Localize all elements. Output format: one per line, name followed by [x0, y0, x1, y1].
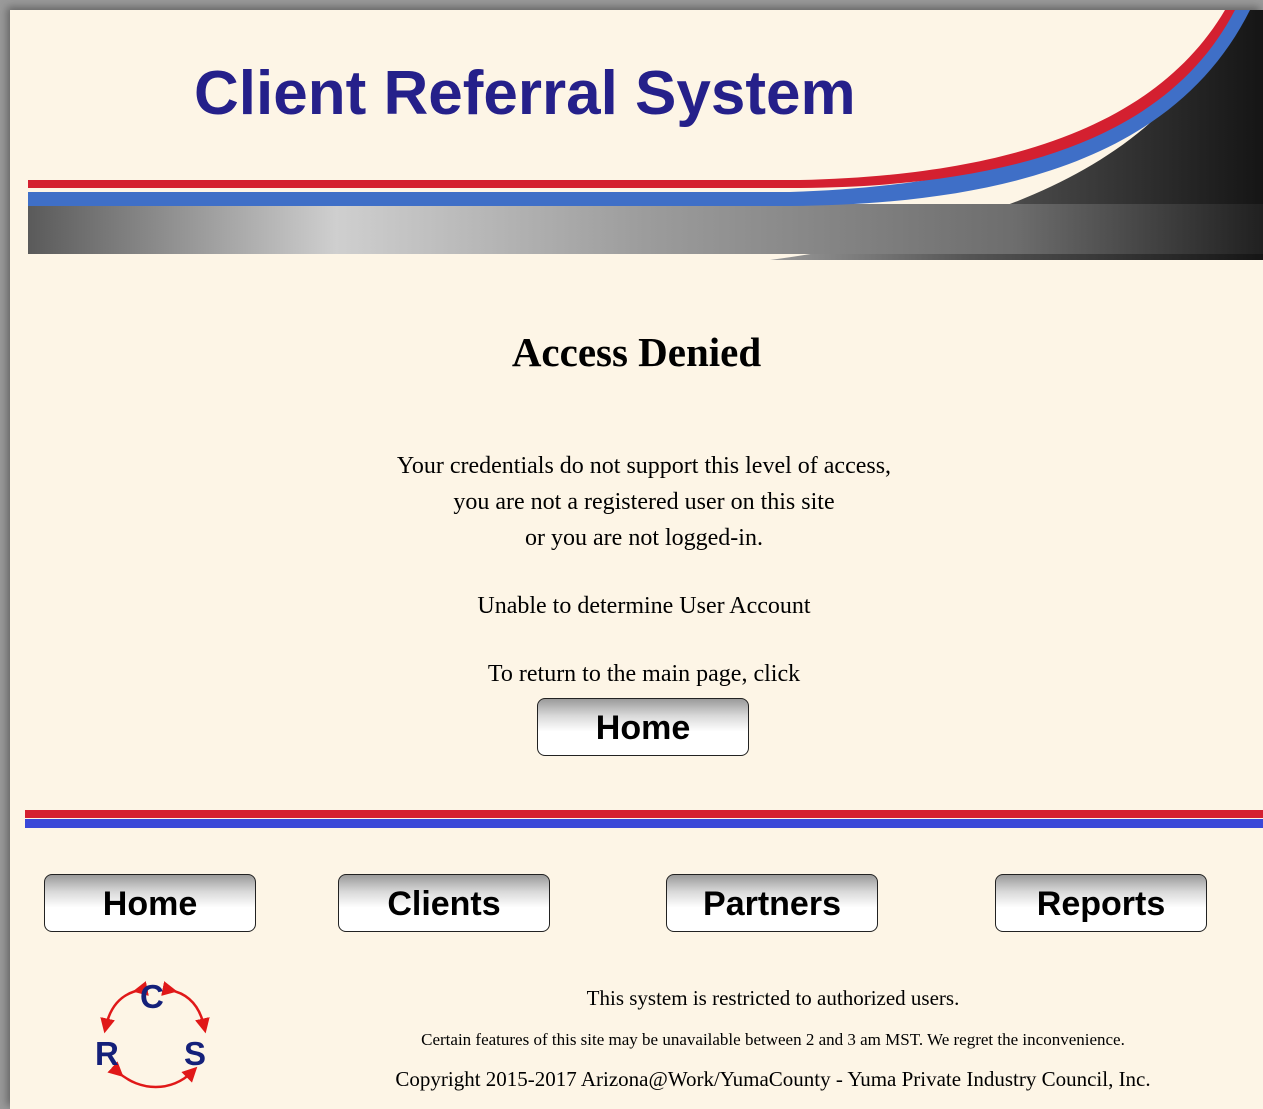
app-title: Client Referral System	[194, 59, 856, 128]
message-line: you are not a registered user on this si…	[453, 489, 835, 515]
access-message: Your credentials do not support this lev…	[10, 448, 1263, 556]
message-line: Your credentials do not support this lev…	[396, 453, 892, 479]
copyright-text: Copyright 2015-2017 Arizona@Work/YumaCou…	[395, 1067, 1151, 1091]
header-banner: Client Referral System	[10, 10, 1263, 260]
home-button[interactable]: Home	[537, 698, 749, 756]
page: Client Referral System Access Denied You…	[10, 10, 1263, 1109]
maintenance-notice: Certain features of this site may be una…	[421, 1030, 1125, 1049]
restricted-notice: This system is restricted to authorized …	[586, 986, 960, 1010]
message-line: or you are not logged-in.	[525, 525, 763, 551]
logo-letter-r: R	[95, 1035, 119, 1072]
crs-logo: C R S	[90, 978, 220, 1098]
account-status-text: Unable to determine User Account	[477, 593, 811, 619]
nav-reports-button[interactable]: Reports	[995, 874, 1207, 932]
nav-clients-button[interactable]: Clients	[338, 874, 550, 932]
banner-swoosh-graphic	[28, 10, 1263, 260]
return-prompt-text: To return to the main page, click	[487, 661, 801, 687]
footer-divider	[25, 810, 1263, 828]
nav-partners-button[interactable]: Partners	[666, 874, 878, 932]
logo-letter-c: C	[140, 978, 164, 1015]
page-title: Access Denied	[511, 329, 762, 375]
nav-home-button[interactable]: Home	[44, 874, 256, 932]
logo-letter-s: S	[184, 1035, 207, 1072]
